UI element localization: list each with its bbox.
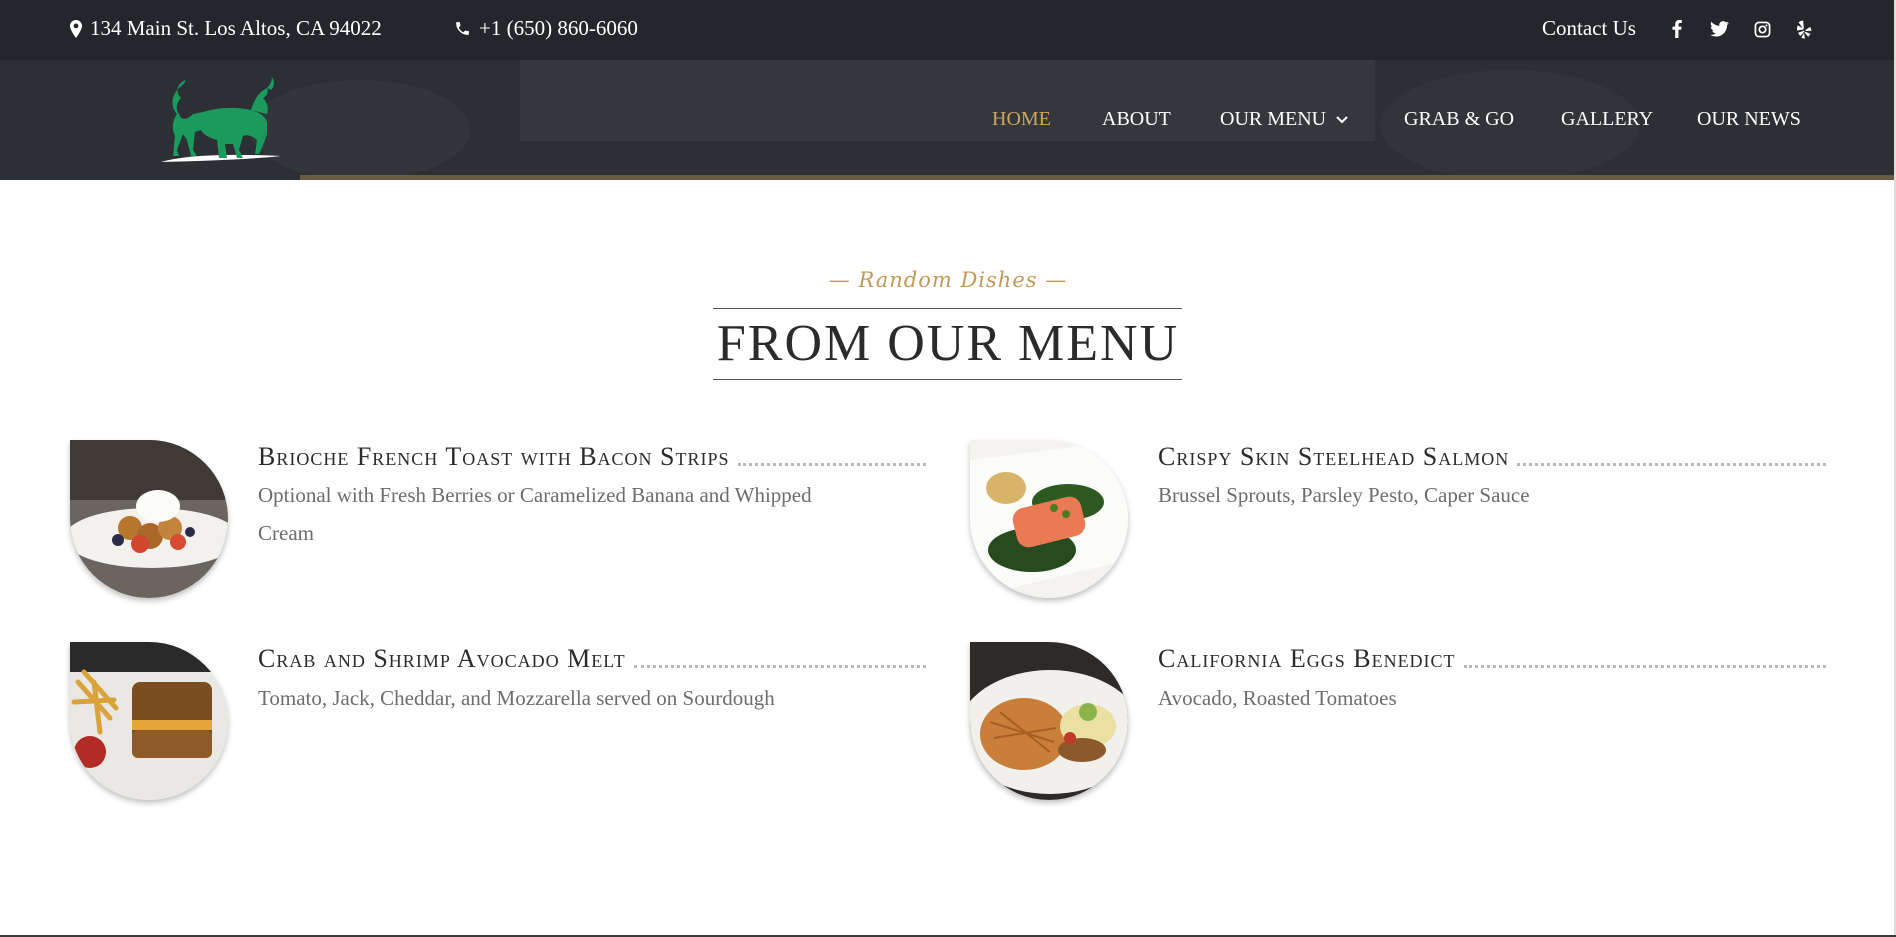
dish-title-row: California Eggs Benedict — [1158, 644, 1826, 674]
headline-bottom-rule — [713, 379, 1182, 380]
dish-image-salmon[interactable] — [970, 440, 1128, 598]
nav-grab-and-go[interactable]: GRAB & GO — [1404, 108, 1514, 131]
menu-section: — Random Dishes — FROM OUR MENU Brioche … — [0, 180, 1896, 937]
nav-about[interactable]: ABOUT — [1102, 108, 1171, 131]
phone-icon — [456, 22, 469, 35]
address-text: 134 Main St. Los Altos, CA 94022 — [90, 16, 382, 40]
phone-text[interactable]: +1 (650) 860-6060 — [479, 16, 638, 41]
dish-title-row: Brioche French Toast with Bacon Strips — [258, 442, 926, 472]
section-title: FROM OUR MENU — [716, 315, 1180, 372]
headline-top-rule — [713, 308, 1182, 309]
dish-description: Avocado, Roasted Tomatoes — [1158, 686, 1397, 710]
nav-our-menu[interactable]: OUR MENU — [1220, 108, 1348, 131]
dish-description-line: Optional with Fresh Berries or Carameliz… — [258, 483, 812, 507]
dish-title-leader — [737, 462, 926, 466]
dish-image-french-toast[interactable] — [70, 440, 228, 598]
nav-our-news[interactable]: OUR NEWS — [1697, 108, 1801, 131]
dish-description-line: Cream — [258, 521, 314, 545]
instagram-icon[interactable] — [1751, 18, 1773, 40]
chevron-down-icon — [1336, 115, 1348, 123]
dish-title: Crispy Skin Steelhead Salmon — [1158, 442, 1510, 471]
facebook-icon[interactable] — [1666, 18, 1688, 40]
dish-title-leader — [1517, 462, 1826, 466]
dish-image-eggs-benedict[interactable] — [970, 642, 1128, 800]
twitter-icon[interactable] — [1708, 18, 1730, 40]
dish-title: Brioche French Toast with Bacon Strips — [258, 442, 730, 471]
dish-description: Tomato, Jack, Cheddar, and Mozzarella se… — [258, 686, 775, 710]
nav-home[interactable]: HOME — [992, 108, 1051, 131]
dish-title-leader — [633, 664, 926, 668]
main-navigation: HOME ABOUT OUR MENU GRAB & GO GALLERY OU… — [0, 60, 1896, 180]
dish-description: Brussel Sprouts, Parsley Pesto, Caper Sa… — [1158, 483, 1530, 507]
nav-gallery[interactable]: GALLERY — [1561, 108, 1653, 131]
address: 134 Main St. Los Altos, CA 94022 — [70, 16, 382, 41]
yelp-icon[interactable] — [1793, 18, 1815, 40]
dish-title-row: Crispy Skin Steelhead Salmon — [1158, 442, 1826, 472]
map-pin-icon — [70, 19, 82, 38]
phone[interactable]: +1 (650) 860-6060 — [454, 16, 638, 41]
dish-title: Crab and Shrimp Avocado Melt — [258, 644, 626, 673]
dish-title: California Eggs Benedict — [1158, 644, 1456, 673]
dish-image-crab-melt[interactable] — [70, 642, 228, 800]
section-eyebrow: — Random Dishes — — [828, 268, 1068, 292]
site-logo-buffalo[interactable] — [155, 74, 285, 164]
dish-title-leader — [1463, 664, 1826, 668]
top-info-bar: 134 Main St. Los Altos, CA 94022 +1 (650… — [0, 0, 1896, 60]
contact-us-link[interactable]: Contact Us — [1542, 16, 1636, 41]
dish-title-row: Crab and Shrimp Avocado Melt — [258, 644, 926, 674]
dish-description: Optional with Fresh Berries or Carameliz… — [258, 476, 926, 552]
nav-our-menu-label: OUR MENU — [1220, 108, 1327, 130]
